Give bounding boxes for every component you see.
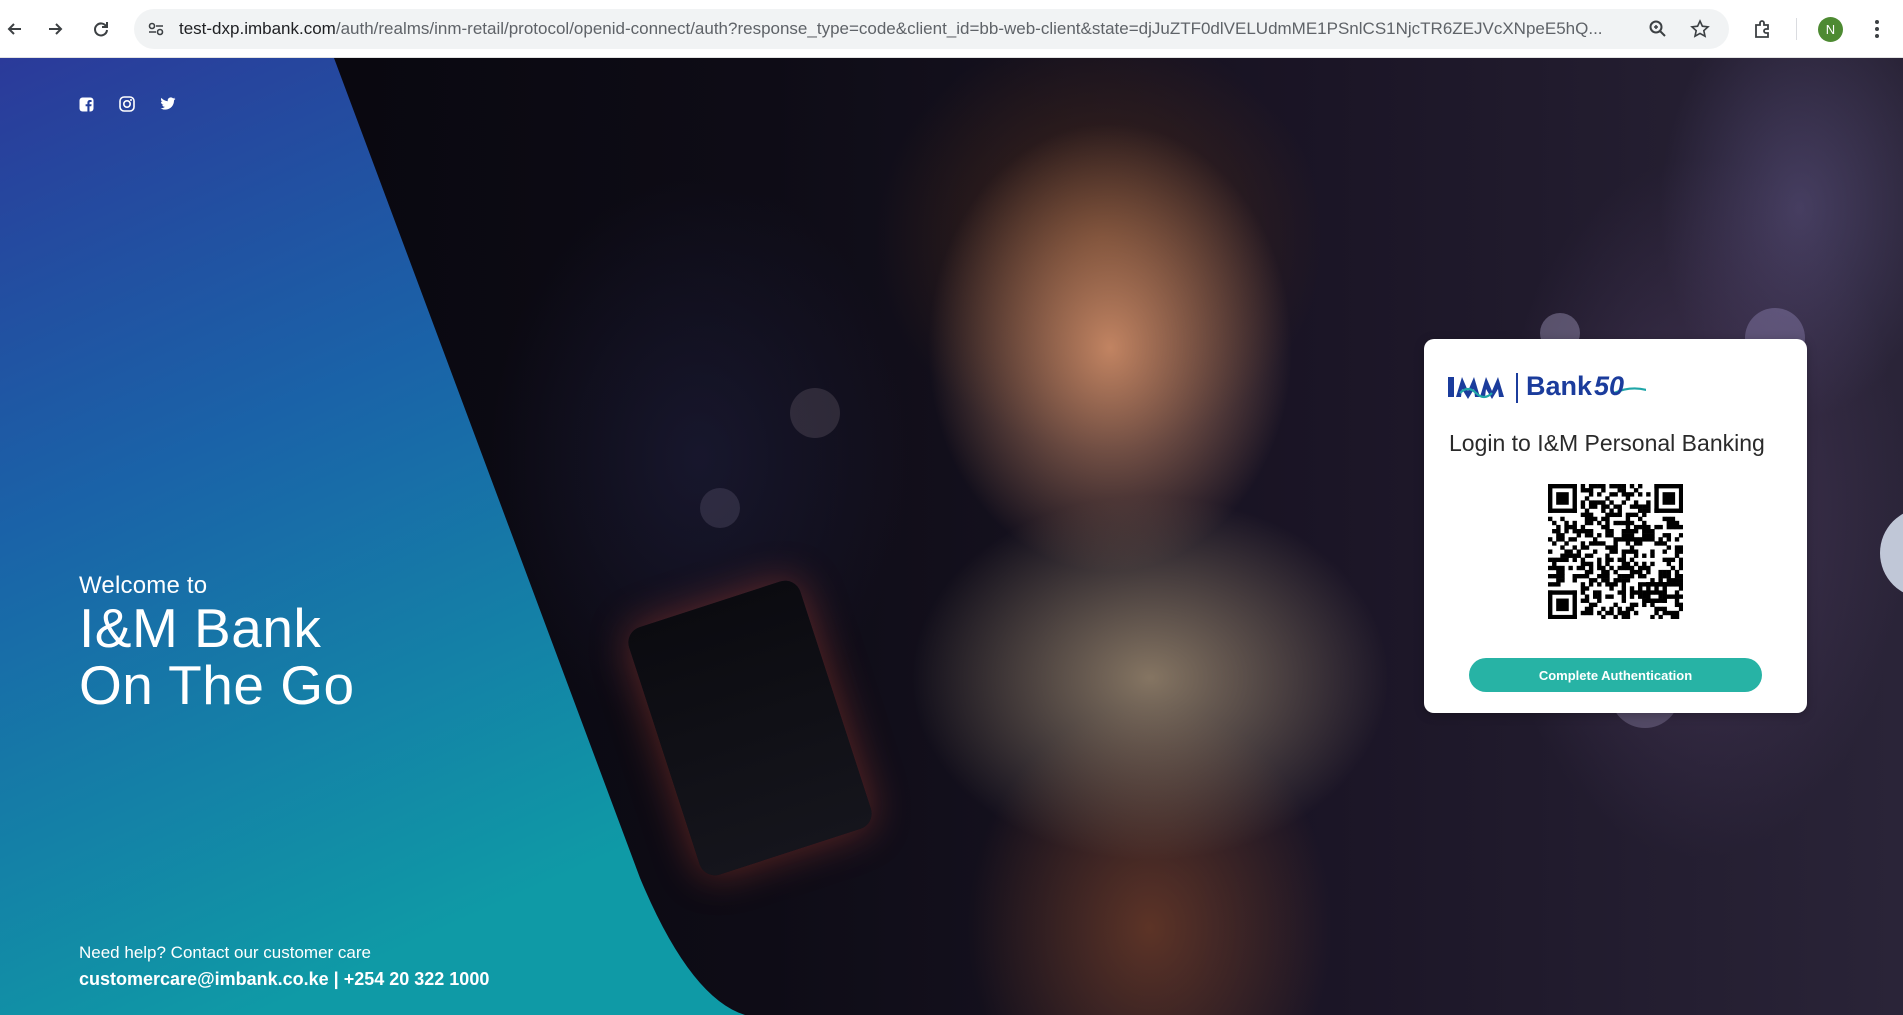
complete-authentication-button[interactable]: Complete Authentication	[1469, 658, 1762, 692]
login-title: Login to I&M Personal Banking	[1449, 430, 1765, 456]
reload-icon[interactable]	[86, 14, 116, 44]
url-path: /auth/realms/inm-retail/protocol/openid-…	[335, 19, 1603, 38]
brand-panel	[0, 58, 760, 1015]
address-bar[interactable]: test-dxp.imbank.com/auth/realms/inm-reta…	[134, 9, 1729, 49]
login-page: Welcome to I&M Bank On The Go Need help?…	[0, 58, 1903, 1015]
forward-arrow-icon[interactable]	[40, 14, 70, 44]
url-host: test-dxp.imbank.com	[179, 19, 336, 38]
logo-anniversary-number: 50	[1594, 371, 1625, 401]
bookmark-star-icon[interactable]	[1688, 17, 1712, 41]
profile-avatar[interactable]: N	[1818, 17, 1843, 42]
extensions-icon[interactable]	[1748, 14, 1778, 44]
login-card: Bank 50 Login to I&M Personal Banking Co…	[1424, 339, 1807, 713]
welcome-heading: I&M Bank On The Go	[79, 600, 355, 714]
welcome-heading-line1: I&M Bank	[79, 597, 322, 659]
instagram-icon[interactable]	[118, 95, 136, 113]
bokeh-light	[790, 388, 840, 438]
back-arrow-icon[interactable]	[0, 14, 30, 44]
qr-code	[1548, 484, 1683, 619]
welcome-heading-line2: On The Go	[79, 654, 355, 716]
toolbar-divider	[1796, 18, 1797, 40]
zoom-icon[interactable]	[1646, 17, 1670, 41]
browser-toolbar: test-dxp.imbank.com/auth/realms/inm-reta…	[0, 0, 1903, 58]
contact-details[interactable]: customercare@imbank.co.ke | +254 20 322 …	[79, 969, 489, 990]
im-bank-logo: Bank 50	[1446, 369, 1651, 405]
site-settings-icon[interactable]	[144, 17, 168, 41]
facebook-icon[interactable]	[77, 95, 95, 113]
url-text[interactable]: test-dxp.imbank.com/auth/realms/inm-reta…	[179, 19, 1669, 39]
welcome-subtitle: Welcome to	[79, 572, 208, 599]
twitter-icon[interactable]	[159, 95, 177, 113]
more-menu-icon[interactable]	[1862, 14, 1892, 44]
logo-bank-text: Bank	[1526, 371, 1593, 401]
help-text: Need help? Contact our customer care	[79, 943, 371, 962]
